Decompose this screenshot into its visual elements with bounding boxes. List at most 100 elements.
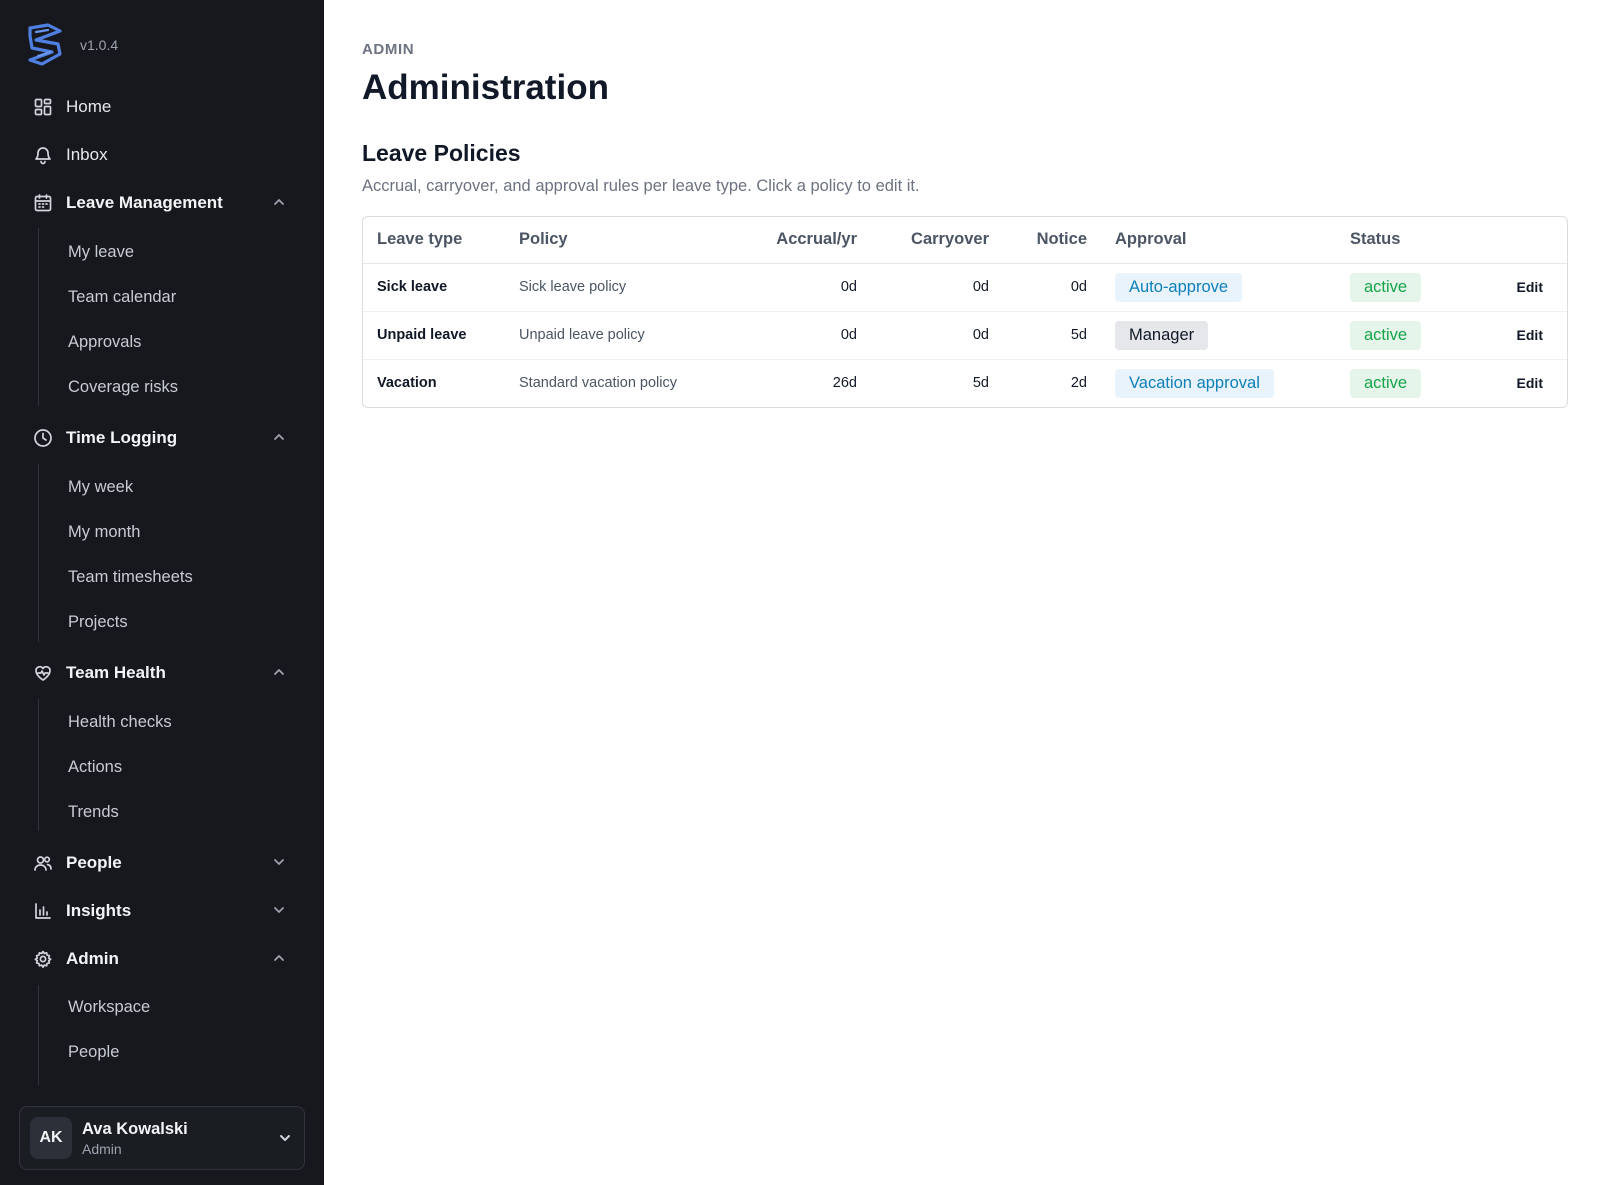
cell-carryover: 0d xyxy=(871,311,1003,360)
user-name: Ava Kowalski xyxy=(82,1119,188,1138)
sidebar-item-projects[interactable]: Projects xyxy=(68,613,128,632)
sidebar-item-label: Inbox xyxy=(66,145,108,164)
cell-accrual: 0d xyxy=(755,263,871,312)
chevron-down-icon[interactable] xyxy=(278,1131,292,1150)
sidebar-section-people[interactable]: People xyxy=(16,843,308,883)
cell-leave-type: Vacation xyxy=(377,375,437,392)
column-header-notice: Notice xyxy=(1003,217,1101,264)
cell-actions: Edit xyxy=(1476,263,1567,312)
column-header-actions xyxy=(1476,217,1567,264)
table-row[interactable]: Unpaid leave Unpaid leave policy 0d 0d 5… xyxy=(363,311,1567,360)
time-logging-subnav xyxy=(38,464,39,642)
user-role: Admin xyxy=(82,1140,122,1157)
sidebar-item-health-checks[interactable]: Health checks xyxy=(68,713,172,732)
logo-icon[interactable] xyxy=(22,22,68,68)
approval-badge: Manager xyxy=(1115,320,1209,350)
chevron-down-icon[interactable] xyxy=(272,855,288,871)
sidebar-item-team-timesheets[interactable]: Team timesheets xyxy=(68,568,193,587)
clock-icon xyxy=(32,427,54,449)
sidebar-section-label: Time Logging xyxy=(66,428,178,447)
table-row[interactable]: Sick leave Sick leave policy 0d 0d 0d Au… xyxy=(363,263,1567,312)
table-header-row: Leave type Policy Accrual/yr Carryover N… xyxy=(363,217,1567,264)
chevron-up-icon[interactable] xyxy=(272,195,288,211)
cell-approval: Manager xyxy=(1101,311,1336,360)
cell-accrual: 26d xyxy=(832,375,857,392)
app-version: v1.0.4 xyxy=(80,37,119,53)
table-row[interactable]: Vacation Standard vacation policy 26d 5d… xyxy=(363,359,1567,407)
sidebar-section-label: Leave Management xyxy=(66,193,223,212)
user-meta: Ava Kowalski Admin xyxy=(82,1120,188,1157)
sidebar: v1.0.4 Home Inbox Leave Management My le… xyxy=(0,0,324,1185)
cell-notice: 2d xyxy=(1070,375,1087,392)
chevron-up-icon[interactable] xyxy=(272,951,288,967)
sidebar-item-coverage-risks[interactable]: Coverage risks xyxy=(68,378,178,397)
section-title: Leave Policies xyxy=(362,140,521,166)
sidebar-item-admin-people[interactable]: People xyxy=(68,1043,119,1062)
cell-status: active xyxy=(1336,263,1476,312)
cell-policy: Standard vacation policy xyxy=(519,375,677,392)
sidebar-section-admin[interactable]: Admin xyxy=(16,939,308,979)
status-badge: active xyxy=(1350,368,1422,398)
gear-icon xyxy=(32,948,54,970)
grid-icon xyxy=(32,96,54,118)
cell-status: active xyxy=(1336,359,1476,407)
breadcrumb: ADMIN xyxy=(362,41,415,58)
column-header-accrual: Accrual/yr xyxy=(755,217,871,264)
admin-subnav xyxy=(38,985,39,1085)
cell-notice: 5d xyxy=(1003,311,1101,360)
sidebar-section-label: Admin xyxy=(66,949,119,968)
sidebar-item-approvals[interactable]: Approvals xyxy=(68,333,141,352)
cell-leave-type: Unpaid leave xyxy=(363,311,505,360)
column-header-carryover: Carryover xyxy=(871,217,1003,264)
sidebar-item-label: Home xyxy=(66,97,112,116)
cell-approval: Auto-approve xyxy=(1101,263,1336,312)
section-description: Accrual, carryover, and approval rules p… xyxy=(362,177,920,195)
sidebar-item-workspace[interactable]: Workspace xyxy=(68,998,150,1017)
cell-accrual: 0d xyxy=(755,311,871,360)
sidebar-section-label: Team Health xyxy=(66,663,166,682)
sidebar-item-trends[interactable]: Trends xyxy=(68,803,119,822)
sidebar-item-my-month[interactable]: My month xyxy=(68,523,140,542)
team-health-subnav xyxy=(38,699,39,831)
sidebar-item-team-calendar[interactable]: Team calendar xyxy=(68,288,176,307)
sidebar-section-label: Insights xyxy=(66,901,132,920)
bar-chart-icon xyxy=(32,900,54,922)
cell-policy: Unpaid leave policy xyxy=(505,311,755,360)
cell-actions: Edit xyxy=(1476,359,1567,407)
edit-button[interactable]: Edit xyxy=(1517,375,1543,391)
edit-button[interactable]: Edit xyxy=(1517,327,1543,343)
sidebar-section-leave-management[interactable]: Leave Management xyxy=(16,183,308,223)
chevron-down-icon[interactable] xyxy=(272,903,288,919)
page-title: Administration xyxy=(362,68,609,107)
chevron-up-icon[interactable] xyxy=(272,430,288,446)
user-menu[interactable]: AK Ava Kowalski Admin xyxy=(19,1106,305,1170)
leave-management-subnav xyxy=(38,228,39,406)
chevron-up-icon[interactable] xyxy=(272,665,288,681)
sidebar-item-my-week[interactable]: My week xyxy=(68,478,133,497)
column-header-policy: Policy xyxy=(505,217,755,264)
status-badge: active xyxy=(1350,320,1422,350)
bell-icon xyxy=(32,144,54,166)
cell-carryover: 0d xyxy=(871,263,1003,312)
column-header-approval: Approval xyxy=(1101,217,1336,264)
leave-policies-table: Leave type Policy Accrual/yr Carryover N… xyxy=(362,216,1568,408)
sidebar-item-actions[interactable]: Actions xyxy=(68,758,122,777)
sidebar-item-my-leave[interactable]: My leave xyxy=(68,243,134,262)
brand: v1.0.4 xyxy=(22,22,118,68)
sidebar-section-label: People xyxy=(66,853,122,872)
sidebar-section-insights[interactable]: Insights xyxy=(16,891,308,931)
heart-pulse-icon xyxy=(32,662,54,684)
approval-badge: Auto-approve xyxy=(1115,272,1243,302)
avatar: AK xyxy=(30,1117,72,1159)
cell-carryover: 5d xyxy=(972,375,989,392)
cell-actions: Edit xyxy=(1476,311,1567,360)
cell-leave-type: Sick leave xyxy=(363,263,505,312)
edit-button[interactable]: Edit xyxy=(1517,279,1543,295)
calendar-icon xyxy=(32,192,54,214)
sidebar-section-time-logging[interactable]: Time Logging xyxy=(16,418,308,458)
sidebar-section-team-health[interactable]: Team Health xyxy=(16,653,308,693)
sidebar-item-home[interactable]: Home xyxy=(16,87,308,127)
column-header-leave-type: Leave type xyxy=(363,217,505,264)
sidebar-item-inbox[interactable]: Inbox xyxy=(16,135,308,175)
status-badge: active xyxy=(1350,272,1422,302)
